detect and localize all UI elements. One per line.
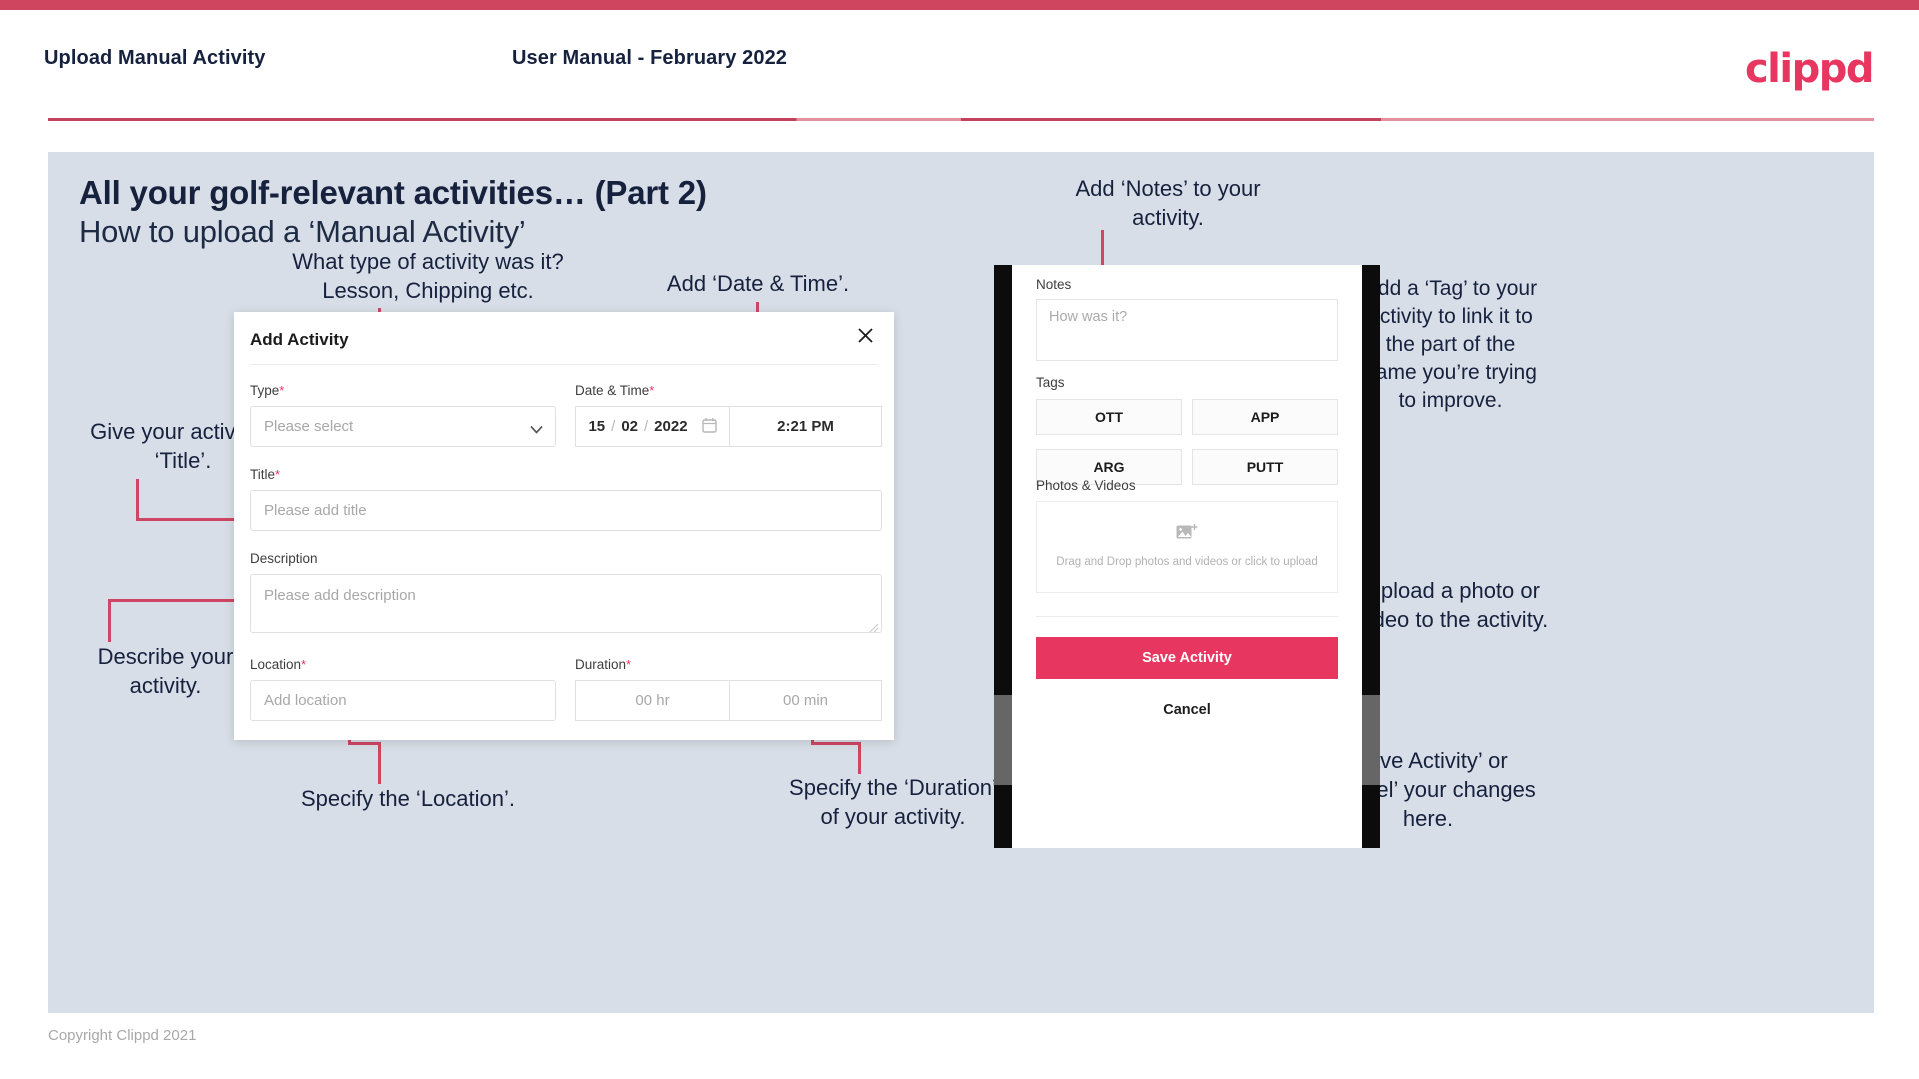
connector-desc-v (108, 599, 111, 642)
location-input[interactable]: Add location (250, 680, 556, 721)
type-label-text: Type (250, 383, 280, 398)
datetime-label-text: Date & Time (575, 383, 650, 398)
duration-hours-value: 00 hr (635, 692, 670, 709)
notes-placeholder: How was it? (1049, 309, 1128, 325)
phone-bezel-left-highlight (994, 695, 1012, 785)
tags-label: Tags (1036, 375, 1065, 390)
page-subtitle: How to upload a ‘Manual Activity’ (79, 214, 526, 249)
annotation-location: Specify the ‘Location’. (300, 786, 516, 811)
duration-label: Duration* (575, 657, 631, 672)
title-input[interactable]: Please add title (250, 490, 882, 531)
cancel-label: Cancel (1163, 702, 1211, 718)
resize-handle-icon[interactable] (869, 620, 879, 633)
phone-divider (1036, 616, 1338, 617)
title-label-text: Title (250, 467, 276, 482)
dialog-title: Add Activity (250, 330, 349, 349)
time-input[interactable]: 2:21 PM (729, 406, 882, 447)
photo-upload-dropzone[interactable]: Drag and Drop photos and videos or click… (1036, 501, 1338, 593)
add-activity-dialog: Add Activity Type* Please select Date & … (234, 312, 894, 740)
tag-button-putt[interactable]: PUTT (1192, 449, 1338, 485)
tag-label: PUTT (1246, 459, 1284, 475)
description-placeholder: Please add description (264, 587, 416, 604)
header-center-title: User Manual - February 2022 (512, 47, 788, 69)
duration-label-text: Duration (575, 657, 627, 672)
connector-loc-h (348, 742, 381, 745)
date-day: 15 (588, 418, 606, 435)
phone-screen: Notes How was it? Tags OTT APP ARG PUTT … (1012, 265, 1362, 848)
date-month: 02 (621, 418, 638, 435)
tag-label: APP (1250, 409, 1280, 425)
slide-body: All your golf-relevant activities… (Part… (48, 152, 1874, 1013)
header-divider (48, 118, 1874, 121)
duration-minutes-value: 00 min (782, 692, 829, 709)
tag-button-ott[interactable]: OTT (1036, 399, 1182, 435)
chevron-down-icon (530, 421, 543, 434)
notes-label: Notes (1036, 277, 1072, 292)
connector-desc-h (108, 599, 241, 602)
dropzone-text: Drag and Drop photos and videos or click… (1056, 556, 1318, 568)
date-year: 2022 (654, 418, 688, 435)
notes-textarea[interactable]: How was it? (1036, 299, 1338, 361)
tag-label: ARG (1093, 459, 1125, 475)
description-label-text: Description (250, 551, 318, 566)
date-sep-1: / (611, 418, 616, 435)
save-activity-button[interactable]: Save Activity (1036, 637, 1338, 679)
top-accent-bar (0, 0, 1919, 10)
annotation-datetime: Add ‘Date & Time’. (666, 271, 850, 296)
connector-title-v (136, 479, 139, 521)
type-required-mark: * (279, 383, 285, 398)
duration-hours-input[interactable]: 00 hr (575, 680, 729, 721)
calendar-icon[interactable] (701, 417, 717, 437)
page-header: Upload Manual Activity User Manual - Feb… (0, 10, 1919, 122)
type-select-placeholder: Please select (264, 418, 354, 435)
annotation-type: What type of activity was it? Lesson, Ch… (292, 249, 564, 303)
datetime-label: Date & Time* (575, 383, 654, 398)
description-textarea[interactable]: Please add description (250, 574, 882, 633)
location-label: Location* (250, 657, 306, 672)
tag-button-app[interactable]: APP (1192, 399, 1338, 435)
add-image-icon (1176, 523, 1198, 547)
tag-label: OTT (1095, 409, 1123, 425)
time-value: 2:21 PM (777, 418, 834, 435)
type-select[interactable]: Please select (250, 406, 556, 447)
connector-dur-h (811, 742, 861, 745)
date-input[interactable]: 15 / 02 / 2022 (575, 406, 729, 447)
photos-videos-label: Photos & Videos (1036, 478, 1136, 493)
page-title: All your golf-relevant activities… (Part… (79, 174, 707, 211)
header-left-title: Upload Manual Activity (44, 47, 266, 69)
clippd-logo: clippd (1744, 46, 1875, 92)
connector-loc-v2 (378, 742, 381, 784)
annotation-notes: Add ‘Notes’ to your activity. (1075, 176, 1261, 230)
connector-dur-v2 (858, 742, 861, 774)
type-label: Type* (250, 383, 284, 398)
duration-minutes-input[interactable]: 00 min (729, 680, 882, 721)
close-icon[interactable] (850, 322, 880, 352)
save-activity-label: Save Activity (1142, 650, 1232, 666)
description-label: Description (250, 551, 318, 566)
datetime-required-mark: * (649, 383, 655, 398)
location-input-placeholder: Add location (264, 692, 347, 709)
slide-page: Upload Manual Activity User Manual - Feb… (0, 0, 1919, 1079)
phone-bezel-right-highlight (1362, 695, 1380, 785)
date-sep-2: / (644, 418, 649, 435)
cancel-button[interactable]: Cancel (1036, 697, 1338, 723)
title-label: Title* (250, 467, 280, 482)
footer-copyright: Copyright Clippd 2021 (48, 1027, 197, 1044)
duration-required-mark: * (626, 657, 632, 672)
location-label-text: Location (250, 657, 302, 672)
title-input-placeholder: Please add title (264, 502, 367, 519)
connector-title-h (136, 518, 244, 521)
title-required-mark: * (275, 467, 281, 482)
dialog-divider (250, 364, 878, 365)
phone-mockup: Notes How was it? Tags OTT APP ARG PUTT … (994, 265, 1380, 848)
location-required-mark: * (301, 657, 307, 672)
